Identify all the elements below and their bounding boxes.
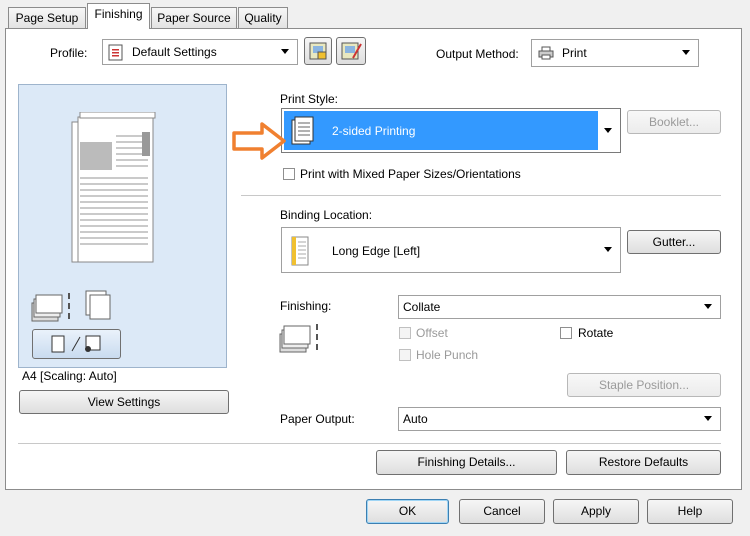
paper-output-dropdown[interactable]: Auto bbox=[398, 407, 721, 431]
divider bbox=[18, 443, 721, 444]
finishing-details-button[interactable]: Finishing Details... bbox=[376, 450, 557, 475]
output-method-dropdown[interactable]: Print bbox=[531, 39, 699, 67]
apply-button[interactable]: Apply bbox=[553, 499, 639, 524]
mixed-paper-checkbox[interactable] bbox=[283, 168, 295, 180]
tab-bar: Page Setup Finishing Paper Source Qualit… bbox=[0, 0, 750, 30]
divider bbox=[241, 195, 721, 196]
profile-label: Profile: bbox=[50, 46, 88, 60]
print-style-dropdown[interactable]: 2-sided Printing bbox=[281, 108, 621, 153]
finishing-dropdown[interactable]: Collate bbox=[398, 295, 721, 319]
printer-icon bbox=[538, 46, 554, 60]
binding-location-value: Long Edge [Left] bbox=[332, 244, 421, 258]
paper-size-label: A4 [Scaling: Auto] bbox=[22, 369, 117, 383]
binding-toggle-button[interactable] bbox=[32, 329, 121, 359]
hole-punch-label: Hole Punch bbox=[416, 348, 479, 362]
profile-dropdown[interactable]: Default Settings bbox=[102, 39, 298, 65]
hole-punch-checkbox[interactable] bbox=[399, 349, 411, 361]
cancel-button[interactable]: Cancel bbox=[459, 499, 545, 524]
edit-profile-icon bbox=[341, 42, 362, 60]
callout-right-arrow-icon bbox=[232, 122, 286, 160]
gutter-button[interactable]: Gutter... bbox=[627, 230, 721, 254]
chevron-down-icon bbox=[604, 247, 612, 252]
edit-profile-button[interactable] bbox=[336, 37, 366, 65]
binding-toggle-icon bbox=[51, 335, 100, 353]
page-preview-image bbox=[71, 112, 156, 263]
rotate-label: Rotate bbox=[578, 326, 614, 340]
paper-output-label: Paper Output: bbox=[280, 412, 355, 426]
binding-location-label: Binding Location: bbox=[280, 208, 373, 222]
restore-defaults-button[interactable]: Restore Defaults bbox=[566, 450, 721, 475]
chevron-down-icon bbox=[682, 50, 690, 55]
tab-paper-source[interactable]: Paper Source bbox=[151, 7, 237, 28]
add-profile-button[interactable] bbox=[304, 37, 332, 65]
offset-checkbox[interactable] bbox=[399, 327, 411, 339]
binding-left-icon bbox=[291, 236, 309, 266]
two-sided-page-icon bbox=[291, 116, 314, 145]
chevron-down-icon bbox=[704, 304, 712, 309]
finishing-value: Collate bbox=[403, 300, 441, 314]
tab-quality[interactable]: Quality bbox=[238, 7, 288, 28]
help-button[interactable]: Help bbox=[647, 499, 733, 524]
chevron-down-icon bbox=[604, 127, 612, 133]
view-settings-button[interactable]: View Settings bbox=[19, 390, 229, 414]
profile-value: Default Settings bbox=[132, 45, 217, 59]
mixed-paper-label: Print with Mixed Paper Sizes/Orientation… bbox=[300, 167, 521, 181]
tab-page-setup[interactable]: Page Setup bbox=[8, 7, 86, 28]
collate-stack-icon bbox=[31, 290, 111, 322]
offset-label: Offset bbox=[416, 326, 448, 340]
tab-finishing[interactable]: Finishing bbox=[87, 3, 150, 29]
chevron-down-icon bbox=[704, 416, 712, 421]
paper-output-value: Auto bbox=[403, 412, 428, 426]
collate-icon bbox=[279, 324, 318, 353]
output-method-value: Print bbox=[562, 46, 587, 60]
print-style-value: 2-sided Printing bbox=[332, 124, 416, 138]
document-icon bbox=[108, 44, 123, 61]
staple-position-button[interactable]: Staple Position... bbox=[567, 373, 721, 397]
print-style-label: Print Style: bbox=[280, 92, 339, 106]
rotate-checkbox[interactable] bbox=[560, 327, 572, 339]
chevron-down-icon bbox=[281, 49, 289, 54]
add-profile-icon bbox=[309, 42, 327, 60]
output-method-label: Output Method: bbox=[436, 47, 519, 61]
binding-location-dropdown[interactable]: Long Edge [Left] bbox=[281, 227, 621, 273]
ok-button[interactable]: OK bbox=[366, 499, 449, 524]
finishing-label: Finishing: bbox=[280, 299, 332, 313]
booklet-button[interactable]: Booklet... bbox=[627, 110, 721, 134]
